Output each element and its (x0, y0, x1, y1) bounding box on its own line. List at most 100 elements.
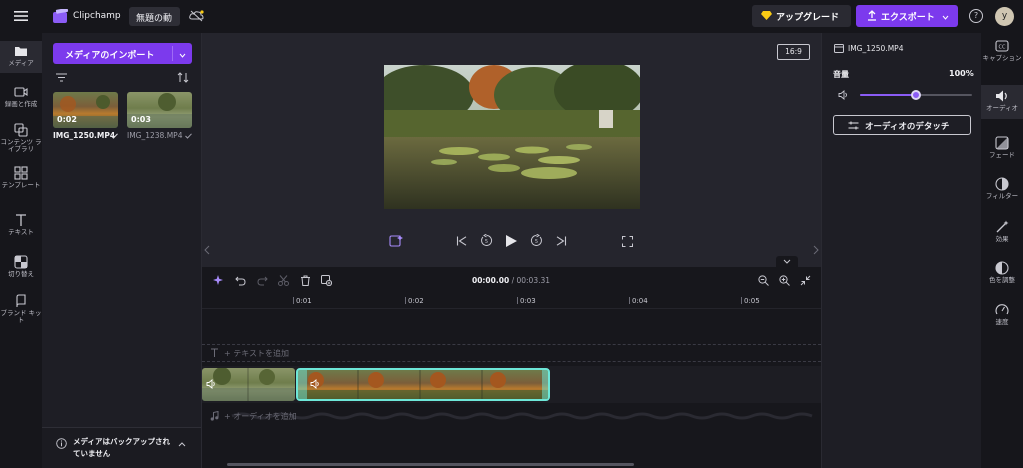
ruler-label: 0:04 (632, 297, 648, 305)
brand-kit-icon (14, 294, 28, 308)
video-clip-img1238[interactable] (202, 368, 295, 401)
nav-item-label: キャプション (982, 54, 1022, 62)
zoom-out-icon[interactable] (758, 275, 769, 286)
ruler-label: 0:02 (408, 297, 424, 305)
zoom-in-icon[interactable] (779, 275, 790, 286)
ruler-tick (741, 297, 742, 304)
nav-item-content-library[interactable]: コンテンツ ライブラリ (0, 123, 42, 157)
upgrade-button[interactable]: アップグレード (752, 5, 851, 27)
time-separator: / (511, 276, 515, 285)
rewind-5s-icon[interactable]: 5 (480, 233, 493, 247)
volume-slider[interactable] (860, 90, 972, 100)
nav-item-label: フェード (989, 151, 1015, 159)
transitions-icon (14, 255, 28, 269)
forward-5s-icon[interactable]: 5 (530, 233, 543, 247)
audio-track-label: + オーディオを追加 (224, 412, 297, 421)
nav-item-audio[interactable]: オーディオ (981, 85, 1023, 119)
nav-item-fade[interactable]: フェード (981, 136, 1023, 164)
avatar[interactable]: y (995, 7, 1014, 26)
help-label: ? (973, 11, 979, 20)
text-track-icon (210, 348, 219, 358)
nav-item-label: ブランド キット (0, 309, 42, 324)
volume-slider-fill (860, 94, 916, 96)
nav-item-transitions[interactable]: 切り替え (0, 255, 42, 283)
cloud-sync-off-icon[interactable] (189, 9, 205, 23)
properties-panel: IMG_1250.MP4 音量 100% オーディオのデタッチ (821, 33, 981, 468)
magic-edit-icon[interactable] (389, 234, 403, 248)
nav-item-label: フィルター (985, 192, 1019, 200)
aspect-ratio-button[interactable]: 16:9 (777, 44, 810, 60)
timeline-scrollbar[interactable] (227, 463, 634, 466)
volume-slider-thumb[interactable] (911, 90, 921, 100)
add-to-timeline-icon[interactable] (321, 275, 333, 287)
ruler-tick (629, 297, 630, 304)
timeline: 00:00.00 / 00:03.31 0:01 0:02 0:03 0:04 … (202, 267, 821, 468)
collapse-timeline-button[interactable] (776, 256, 798, 267)
nav-item-captions[interactable]: CC キャプション (981, 39, 1023, 73)
sort-icon[interactable] (177, 72, 190, 83)
detach-audio-icon (848, 121, 859, 130)
nav-item-templates[interactable]: テンプレート (0, 166, 42, 200)
music-note-icon (210, 410, 219, 421)
time-ruler[interactable]: 0:01 0:02 0:03 0:04 0:05 (202, 295, 821, 309)
fullscreen-icon[interactable] (622, 236, 633, 247)
export-button[interactable]: エクスポート (856, 5, 958, 27)
nav-item-label: 速度 (995, 318, 1009, 326)
play-button[interactable] (505, 234, 518, 248)
nav-item-label: オーディオ (985, 104, 1019, 112)
video-preview-frame[interactable] (384, 65, 640, 209)
nav-item-media[interactable]: メディア (0, 41, 42, 73)
clip-trim-handle-left[interactable] (298, 370, 307, 399)
chevron-down-icon (942, 13, 949, 20)
audio-track[interactable]: + オーディオを追加 (202, 407, 821, 425)
hamburger-menu-icon[interactable] (14, 10, 28, 22)
skip-back-icon[interactable] (456, 236, 467, 246)
nav-item-text[interactable]: テキスト (0, 213, 42, 241)
nav-item-adjust-colors[interactable]: 色を調整 (981, 261, 1023, 289)
fit-to-view-icon[interactable] (800, 275, 811, 286)
nav-item-brand-kit[interactable]: ブランド キット (0, 294, 42, 328)
nav-item-record-create[interactable]: 録画と作成 (0, 85, 42, 113)
delete-icon[interactable] (300, 275, 311, 286)
media-duration: 0:03 (131, 115, 151, 124)
skip-forward-icon[interactable] (556, 236, 567, 246)
chevron-down-icon[interactable] (179, 51, 186, 58)
collapse-left-panel-icon[interactable] (204, 245, 210, 255)
scissors-icon[interactable] (278, 275, 289, 286)
nav-item-label: コンテンツ ライブラリ (0, 138, 42, 153)
diamond-icon (761, 10, 772, 21)
library-icon (14, 123, 28, 137)
svg-text:CC: CC (999, 45, 1006, 51)
redo-icon[interactable] (257, 275, 268, 286)
clip-file-icon (834, 44, 844, 53)
check-icon (111, 132, 118, 139)
help-button[interactable]: ? (969, 9, 983, 23)
media-thumbnail-img1250[interactable]: 0:02 (53, 92, 118, 128)
video-clip-img1250-selected[interactable] (296, 368, 550, 401)
collapse-right-panel-icon[interactable] (813, 245, 819, 255)
project-title: 無題の動 (136, 14, 173, 24)
undo-icon[interactable] (235, 275, 246, 286)
ruler-label: 0:03 (520, 297, 536, 305)
speaker-icon[interactable] (838, 90, 849, 100)
import-media-button[interactable]: メディアのインポート (53, 43, 192, 64)
nav-item-effects[interactable]: 効果 (981, 220, 1023, 248)
nav-item-speed[interactable]: 速度 (981, 303, 1023, 331)
backup-notice[interactable]: メディアはバックアップされていません (42, 427, 201, 468)
speedometer-icon (995, 303, 1009, 317)
ruler-tick (405, 297, 406, 304)
filter-icon[interactable] (56, 73, 67, 82)
chevron-up-icon[interactable] (178, 440, 186, 447)
text-track-label: + テキストを追加 (224, 349, 290, 358)
folder-icon (14, 44, 28, 58)
detach-audio-button[interactable]: オーディオのデタッチ (833, 115, 971, 135)
project-title-tab[interactable]: 無題の動 (129, 7, 180, 26)
nav-item-filters[interactable]: フィルター (981, 177, 1023, 205)
left-nav: メディア 録画と作成 コンテンツ ライブラリ テンプレート テキスト 切り替え (0, 33, 42, 468)
sparkle-icon[interactable] (213, 275, 224, 286)
text-track[interactable]: + テキストを追加 (202, 344, 821, 362)
media-thumbnail-img1238[interactable]: 0:03 (127, 92, 192, 128)
video-camera-icon (14, 85, 28, 99)
clip-trim-handle-right[interactable] (542, 370, 548, 399)
nav-item-label: メディア (8, 59, 34, 67)
